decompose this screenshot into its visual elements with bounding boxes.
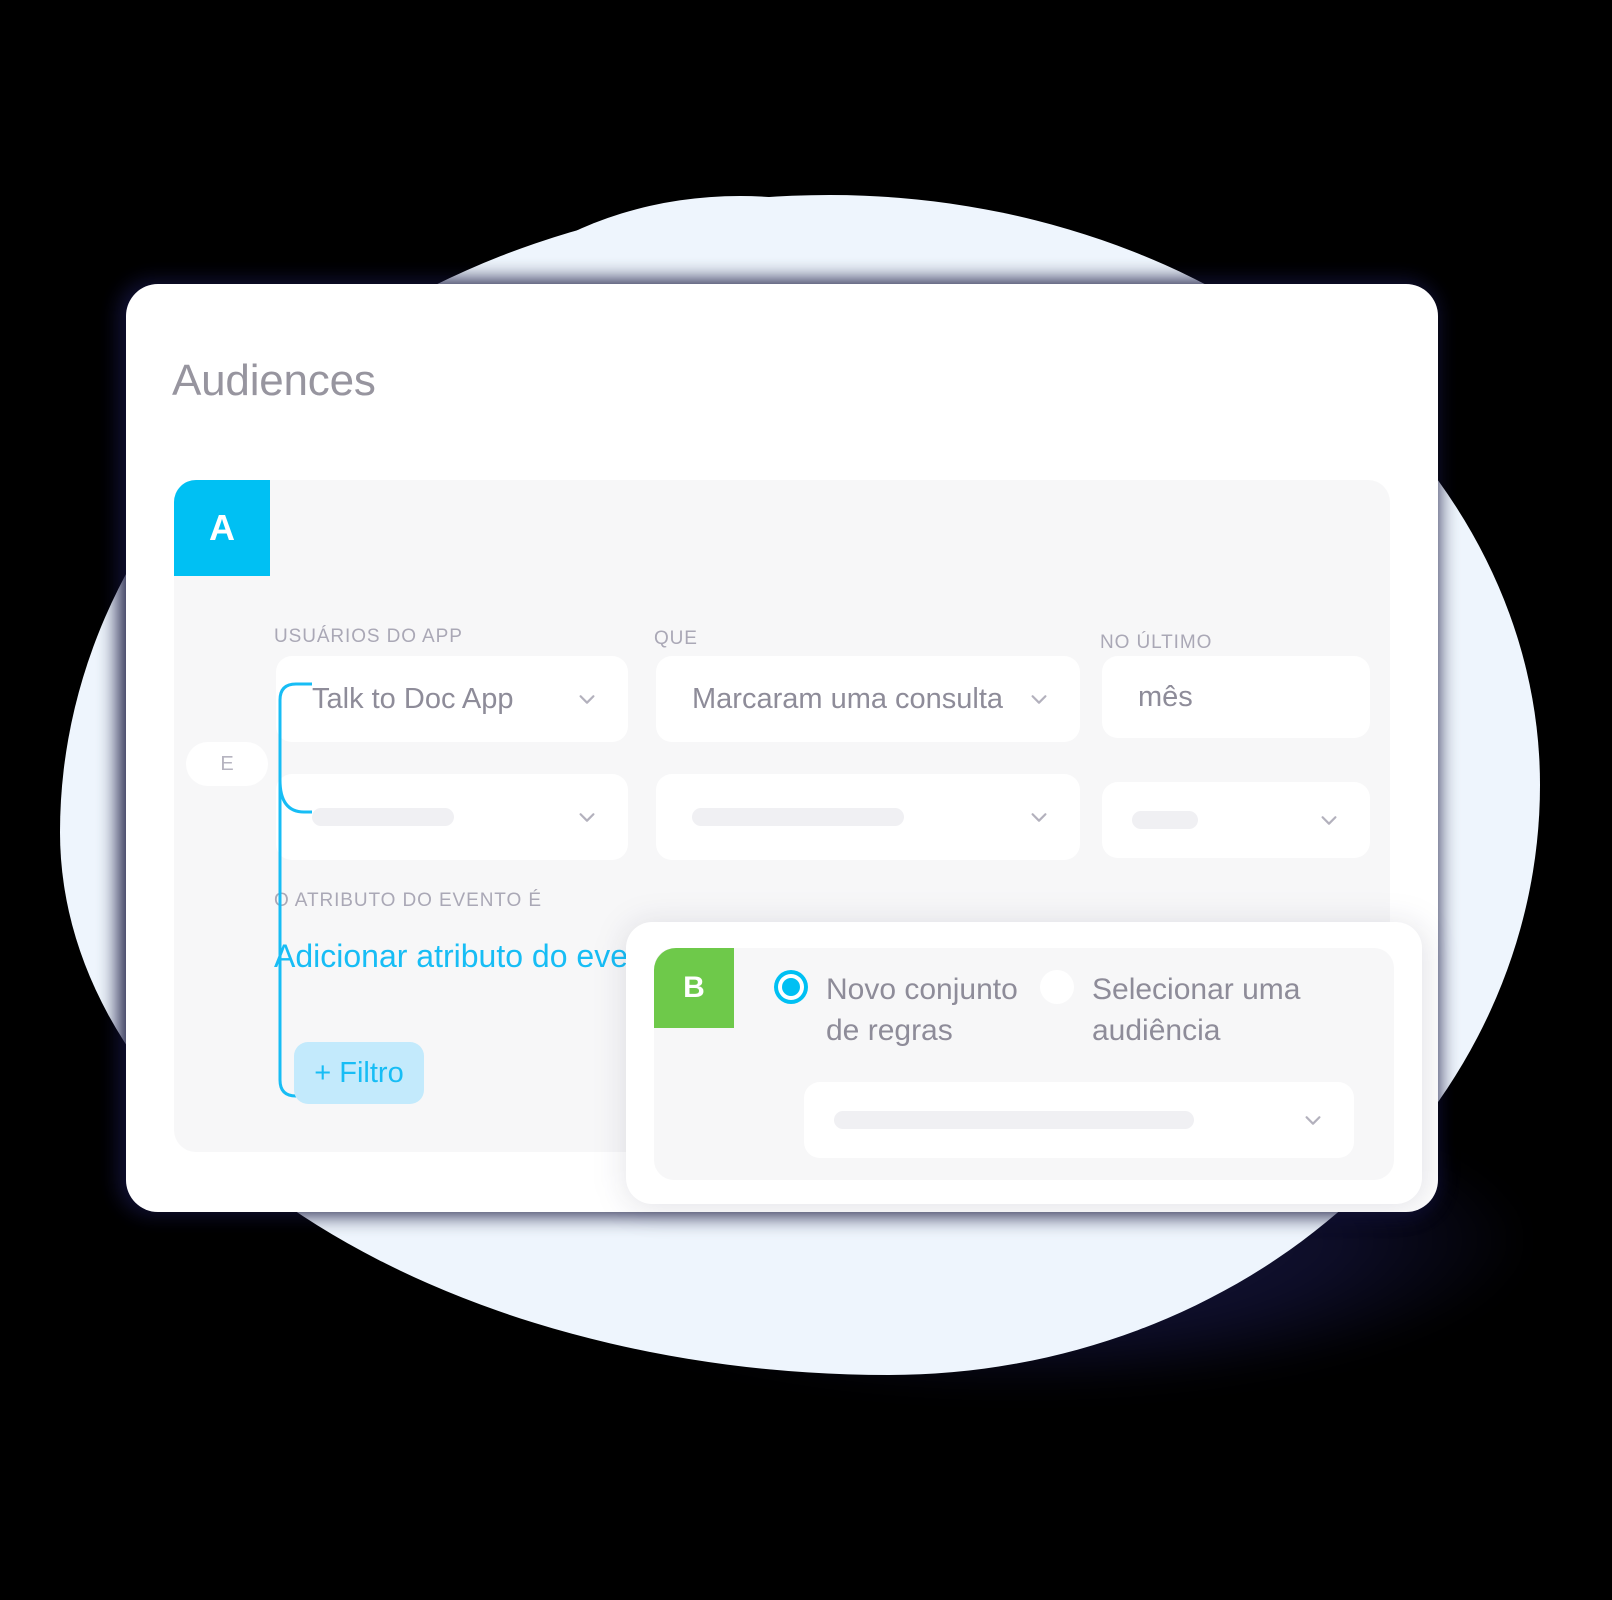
event-attribute-label: O ATRIBUTO DO EVENTO É <box>274 890 542 911</box>
column-label-users: USUÁRIOS DO APP <box>274 626 463 647</box>
placeholder-bar <box>834 1111 1194 1129</box>
input-timeframe-value: mês <box>1138 680 1193 713</box>
placeholder-bar <box>312 808 454 826</box>
placeholder-bar <box>1132 811 1198 829</box>
chevron-down-icon[interactable] <box>576 688 598 710</box>
connector-operator-pill[interactable]: E <box>186 742 268 786</box>
placeholder-bar <box>692 808 904 826</box>
add-event-attribute-link[interactable]: Adicionar atributo do evento <box>274 938 672 975</box>
column-label-que: QUE <box>654 628 698 649</box>
page-title: Audiences <box>172 356 376 405</box>
radio-selected-icon[interactable] <box>774 970 808 1004</box>
select-app-users[interactable]: Talk to Doc App <box>276 656 628 742</box>
connector-operator-label: E <box>220 752 234 775</box>
chevron-down-icon[interactable] <box>576 806 598 828</box>
panel-b-radio-group: Novo conjunto de regras Selecionar uma a… <box>774 970 1322 1051</box>
panel-a-badge: A <box>174 480 270 576</box>
panel-b-option-new-ruleset-label: Novo conjunto de regras <box>826 973 1018 1047</box>
select-event-value: Marcaram uma consulta <box>692 682 1004 715</box>
column-label-no-ultimo: NO ÚLTIMO <box>1100 632 1213 653</box>
panel-b-option-select-audience-label: Selecionar uma audiência <box>1092 973 1301 1047</box>
panel-b-card: B Novo conjunto de regras Selecionar uma… <box>626 922 1422 1204</box>
add-filter-button[interactable]: + Filtro <box>294 1042 424 1104</box>
chevron-down-icon[interactable] <box>1028 688 1050 710</box>
select-app-users-2[interactable] <box>276 774 628 860</box>
chevron-down-icon[interactable] <box>1028 806 1050 828</box>
panel-b-badge: B <box>654 948 734 1028</box>
radio-unselected-icon[interactable] <box>1040 970 1074 1004</box>
select-event[interactable]: Marcaram uma consulta <box>656 656 1080 742</box>
chevron-down-icon[interactable] <box>1318 809 1340 831</box>
add-filter-label: + Filtro <box>314 1056 404 1089</box>
input-timeframe[interactable]: mês <box>1102 656 1370 738</box>
panel-b-option-new-ruleset[interactable]: Novo conjunto de regras <box>774 970 1026 1051</box>
select-event-2[interactable] <box>656 774 1080 860</box>
chevron-down-icon[interactable] <box>1302 1109 1324 1131</box>
audience-panel-b: B Novo conjunto de regras Selecionar uma… <box>654 948 1394 1180</box>
screenshot-stage: Audiences A Novo conjunto de regras Sele… <box>0 0 1612 1600</box>
select-timeframe-2[interactable] <box>1102 782 1370 858</box>
panel-b-select-audience[interactable] <box>804 1082 1354 1158</box>
panel-b-option-select-audience[interactable]: Selecionar uma audiência <box>1040 970 1322 1051</box>
select-app-users-value: Talk to Doc App <box>312 682 514 715</box>
